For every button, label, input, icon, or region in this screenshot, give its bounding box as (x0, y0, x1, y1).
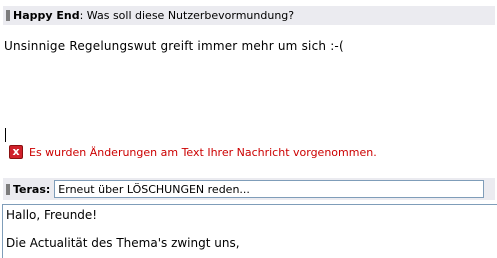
reply-body-textarea[interactable]: Hallo, Freunde! Die Actualität des Thema… (2, 204, 497, 258)
message-subject: : Was soll diese Nutzerbevormundung? (79, 9, 295, 22)
bar-marker-icon (6, 10, 10, 21)
message-body: Unsinnige Regelungswut greift immer mehr… (4, 39, 344, 53)
subject-input[interactable] (54, 180, 485, 198)
message-author: Happy End (13, 9, 80, 22)
error-notice: x Es wurden Änderungen am Text Ihrer Nac… (9, 145, 377, 159)
text-caret (5, 128, 6, 142)
close-icon: x (9, 145, 23, 159)
message-header: Happy End : Was soll diese Nutzerbevormu… (3, 6, 495, 25)
error-text: Es wurden Änderungen am Text Ihrer Nachr… (29, 145, 377, 159)
reply-subject-row: Teras: (3, 178, 495, 200)
reply-body-line: Die Actualität des Thema's zwingt uns, (6, 236, 240, 250)
bar-marker-icon (6, 183, 10, 195)
page: Happy End : Was soll diese Nutzerbevormu… (0, 0, 497, 258)
reply-author-label: Teras: (13, 182, 51, 196)
reply-body-line: Hallo, Freunde! (6, 208, 98, 222)
